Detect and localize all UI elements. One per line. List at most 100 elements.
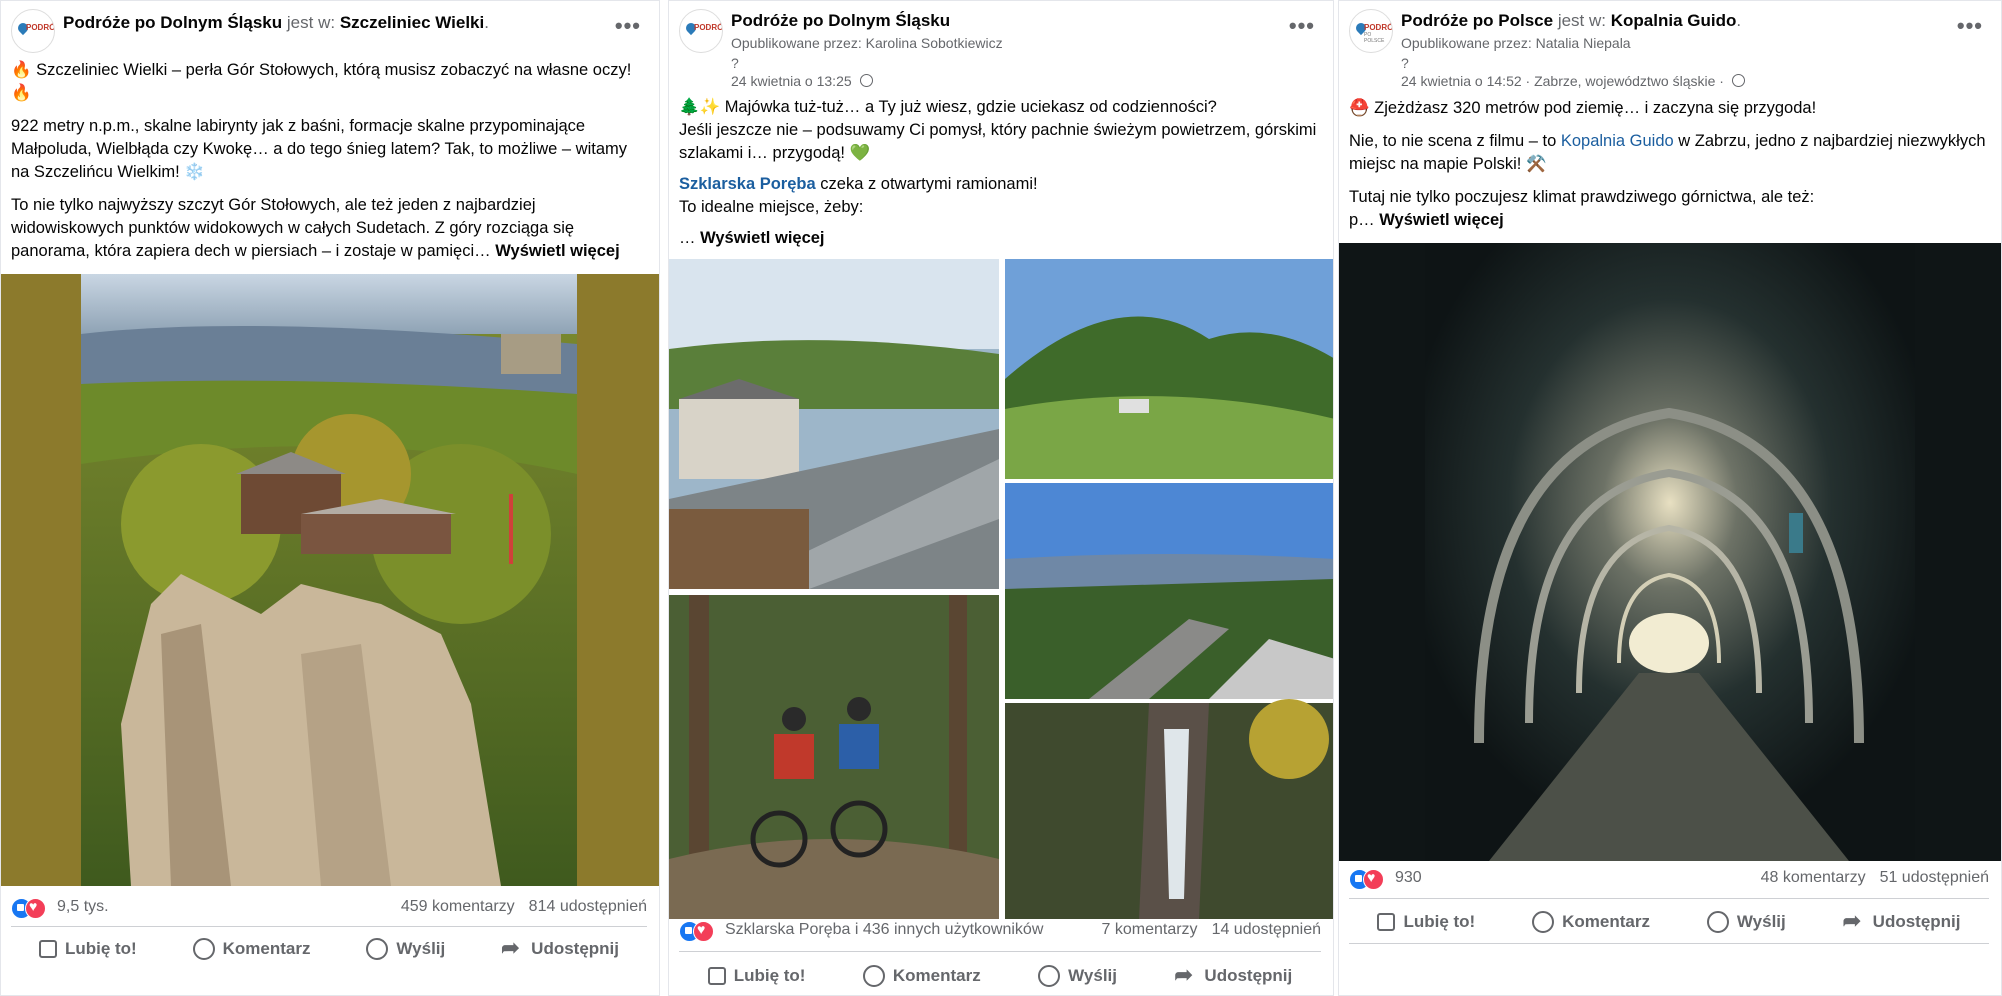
post-header-line: Podróże po Dolnym Śląsku jest w: Szczeli… <box>63 13 489 33</box>
share-button[interactable]: Udostępnij <box>1174 962 1293 988</box>
tree-icon: 🌲✨ <box>679 98 721 116</box>
post-stats: 930 48 komentarzy 51 udostępnień <box>1349 867 1989 891</box>
action-bar: Lubię to! Komentarz Wyślij Udostępnij <box>679 956 1321 995</box>
post-stats: 9,5 tys. 459 komentarzy 814 udostępnień <box>11 896 647 920</box>
like-button[interactable]: Lubię to! <box>707 966 805 986</box>
reactions-icons[interactable] <box>679 921 719 942</box>
paragraph: Szczeliniec Wielki – perła Gór Stołowych… <box>36 61 632 79</box>
comment-button[interactable]: Komentarz <box>862 965 981 987</box>
author-name[interactable]: Karolina Sobotkiewicz <box>866 35 1003 51</box>
comment-button[interactable]: Komentarz <box>1532 911 1650 933</box>
more-icon[interactable]: ••• <box>1289 13 1315 39</box>
action-label: Wyślij <box>1736 912 1786 931</box>
page-name[interactable]: Podróże po Dolnym Śląsku <box>731 11 950 30</box>
like-button[interactable]: Lubię to! <box>38 939 137 959</box>
comment-icon <box>192 938 215 960</box>
photo-collage[interactable] <box>669 259 1333 919</box>
like-icon <box>1377 913 1396 931</box>
love-reaction-icon <box>693 921 714 942</box>
comment-icon <box>862 965 885 987</box>
post-card: PODRÓŻE Podróże po Dolnym Śląsku Opublik… <box>668 0 1334 996</box>
comments-count[interactable]: 459 komentarzy <box>401 898 515 915</box>
page-avatar[interactable]: PODRÓŻE <box>11 9 55 53</box>
see-more-link[interactable]: Wyświetl więcej <box>1379 211 1503 229</box>
text-line: Zjeżdżasz 320 metrów pod ziemię… i zaczy… <box>1374 99 1817 117</box>
comments-count[interactable]: 7 komentarzy <box>1102 921 1198 938</box>
see-more-link[interactable]: Wyświetl więcej <box>700 229 824 247</box>
page-name[interactable]: Podróże po Dolnym Śląsku <box>63 13 282 32</box>
reactions-count[interactable]: 930 <box>1395 869 1422 887</box>
send-button[interactable]: Wyślij <box>366 938 445 960</box>
info-icon: ? <box>1401 55 1409 71</box>
action-label: Udostępnij <box>1204 966 1293 985</box>
place-link[interactable]: Kopalnia Guido <box>1561 132 1674 150</box>
is-at-label: jest w: <box>286 13 336 32</box>
more-icon[interactable]: ••• <box>1957 13 1983 39</box>
text-line: p… <box>1349 211 1375 229</box>
action-label: Komentarz <box>222 939 311 958</box>
post-card: PODRÓŻEPO POLSCE Podróże po Polsce jest … <box>1338 0 2002 996</box>
published-by: Opublikowane przez: Natalia Niepala <box>1401 35 1631 51</box>
helmet-icon: ⛑️ <box>1349 99 1370 117</box>
text-line: Majówka tuż-tuż… a Ty już wiesz, gdzie u… <box>724 98 1217 116</box>
shares-count[interactable]: 814 udostępnień <box>529 898 647 915</box>
text-line: czeka z otwartymi ramionami! <box>820 175 1038 193</box>
more-icon[interactable]: ••• <box>615 13 641 39</box>
text-line: Tutaj nie tylko poczujesz klimat prawdzi… <box>1349 188 1815 206</box>
see-more-link[interactable]: Wyświetl więcej <box>495 242 619 260</box>
place-link[interactable]: Kopalnia Guido <box>1611 11 1737 30</box>
post-date[interactable]: 24 kwietnia o 13:25 <box>731 73 852 89</box>
paragraph: 922 metry n.p.m., skalne labirynty jak z… <box>11 117 627 181</box>
action-label: Udostępnij <box>531 939 620 958</box>
shares-count[interactable]: 51 udostępnień <box>1880 869 1989 886</box>
like-icon <box>38 940 57 958</box>
action-bar: Lubię to! Komentarz Wyślij Udostępnij <box>1349 902 1989 942</box>
author-name[interactable]: Natalia Niepala <box>1536 35 1631 51</box>
divider <box>1349 898 1989 899</box>
send-icon <box>1706 911 1729 933</box>
reactions-text[interactable]: Szklarska Poręba i 436 innych użytkownik… <box>725 921 1043 939</box>
shares-count[interactable]: 14 udostępnień <box>1212 921 1321 938</box>
send-icon <box>366 938 389 960</box>
share-button[interactable]: Udostępnij <box>501 935 620 961</box>
action-label: Udostępnij <box>1872 912 1961 931</box>
paragraph: To nie tylko najwyższy szczyt Gór Stołow… <box>11 196 575 260</box>
dot: . <box>1736 11 1742 30</box>
text-line: Jeśli jeszcze nie – podsuwamy Ci pomysł,… <box>679 121 1317 162</box>
reactions-icons[interactable] <box>11 898 51 919</box>
post-header: PODRÓŻEPO POLSCE Podróże po Polsce jest … <box>1349 7 1991 89</box>
collage-photos <box>669 259 1333 919</box>
fire-icon: 🔥 <box>11 84 32 102</box>
love-reaction-icon <box>25 898 46 919</box>
globe-icon <box>859 74 873 87</box>
ellipsis: … <box>679 229 696 247</box>
share-icon <box>1843 908 1865 934</box>
page-avatar[interactable]: PODRÓŻE <box>679 9 723 53</box>
post-date[interactable]: 24 kwietnia o 14:52 · Zabrze, województw… <box>1401 73 1724 89</box>
post-photo[interactable] <box>1339 243 2001 861</box>
dot: . <box>484 13 489 32</box>
post-text: 🔥 Szczeliniec Wielki – perła Gór Stołowy… <box>11 59 647 273</box>
reactions-count[interactable]: 9,5 tys. <box>57 898 109 916</box>
place-link[interactable]: Szczeliniec Wielki <box>340 13 484 32</box>
fire-icon: 🔥 <box>11 61 32 79</box>
like-button[interactable]: Lubię to! <box>1377 912 1475 932</box>
szczeliniec-photo <box>1 274 659 886</box>
divider <box>11 926 647 927</box>
comment-button[interactable]: Komentarz <box>192 938 311 960</box>
post-header: PODRÓŻE Podróże po Dolnym Śląsku Opublik… <box>679 7 1323 89</box>
send-button[interactable]: Wyślij <box>1038 965 1117 987</box>
like-icon <box>707 967 726 985</box>
comments-count[interactable]: 48 komentarzy <box>1761 869 1866 886</box>
mine-tunnel-photo <box>1339 243 2001 861</box>
place-link[interactable]: Szklarska Poręba <box>679 175 816 193</box>
post-card: PODRÓŻE Podróże po Dolnym Śląsku jest w:… <box>0 0 660 996</box>
page-name[interactable]: Podróże po Polsce <box>1401 11 1553 30</box>
send-button[interactable]: Wyślij <box>1706 911 1786 933</box>
page-avatar[interactable]: PODRÓŻEPO POLSCE <box>1349 9 1393 53</box>
share-button[interactable]: Udostępnij <box>1843 908 1961 934</box>
love-reaction-icon <box>1363 869 1384 890</box>
share-icon <box>1174 962 1196 988</box>
reactions-icons[interactable] <box>1349 869 1389 890</box>
post-photo[interactable] <box>1 274 659 886</box>
